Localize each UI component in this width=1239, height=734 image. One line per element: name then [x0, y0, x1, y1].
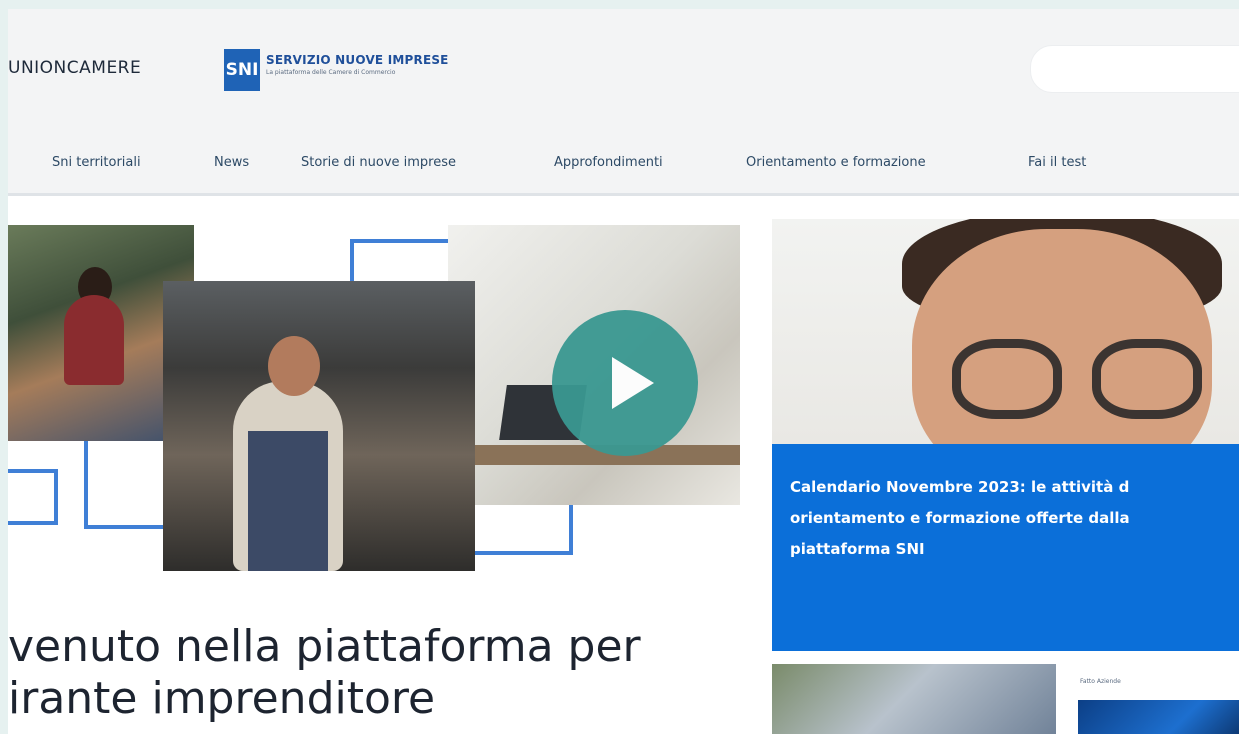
- nav-item-orientamento[interactable]: Orientamento e formazione: [746, 155, 926, 170]
- sni-logo-subtitle: La piattaforma delle Camere di Commercio: [266, 69, 396, 76]
- featured-image: [772, 219, 1239, 489]
- hero-headline-text: venuto nella piattaforma per irante impr…: [8, 621, 641, 724]
- featured-card[interactable]: Calendario Novembre 2023: le attività d …: [772, 219, 1239, 651]
- nav-item-storie[interactable]: Storie di nuove imprese: [301, 155, 456, 170]
- hero-headline: venuto nella piattaforma per irante impr…: [8, 621, 768, 725]
- news-thumbnail[interactable]: Fatto Aziende: [1072, 664, 1239, 734]
- thumbnail-image: [1078, 700, 1239, 734]
- sni-badge: SNI: [224, 49, 260, 91]
- decorative-frame: [8, 469, 58, 525]
- photo-chef: [163, 281, 475, 571]
- main-nav: Sni territoriali News Storie di nuove im…: [8, 147, 1239, 196]
- sni-logo-title: SERVIZIO NUOVE IMPRESE: [266, 53, 449, 67]
- thumbnail-caption: Fatto Aziende: [1080, 678, 1121, 685]
- search-input[interactable]: [1030, 45, 1239, 93]
- sni-logo[interactable]: SNI SERVIZIO NUOVE IMPRESE La piattaform…: [224, 49, 449, 91]
- site-header: UNIONCAMERE SNI SERVIZIO NUOVE IMPRESE L…: [8, 9, 1239, 196]
- nav-item-approfondimenti[interactable]: Approfondimenti: [554, 155, 663, 170]
- news-thumbnail[interactable]: [772, 664, 1056, 734]
- nav-item-news[interactable]: News: [214, 155, 249, 170]
- unioncamere-logo[interactable]: UNIONCAMERE: [8, 58, 141, 78]
- play-icon: [612, 357, 654, 409]
- play-button[interactable]: [552, 310, 698, 456]
- featured-title[interactable]: Calendario Novembre 2023: le attività d …: [790, 472, 1230, 565]
- featured-caption-box: Calendario Novembre 2023: le attività d …: [772, 444, 1239, 651]
- nav-item-sni-territoriali[interactable]: Sni territoriali: [52, 155, 141, 170]
- nav-item-fai-il-test[interactable]: Fai il test: [1028, 155, 1086, 170]
- page: UNIONCAMERE SNI SERVIZIO NUOVE IMPRESE L…: [8, 9, 1239, 734]
- hero-collage[interactable]: [8, 219, 748, 579]
- sni-logo-text: SERVIZIO NUOVE IMPRESE La piattaforma de…: [266, 53, 449, 76]
